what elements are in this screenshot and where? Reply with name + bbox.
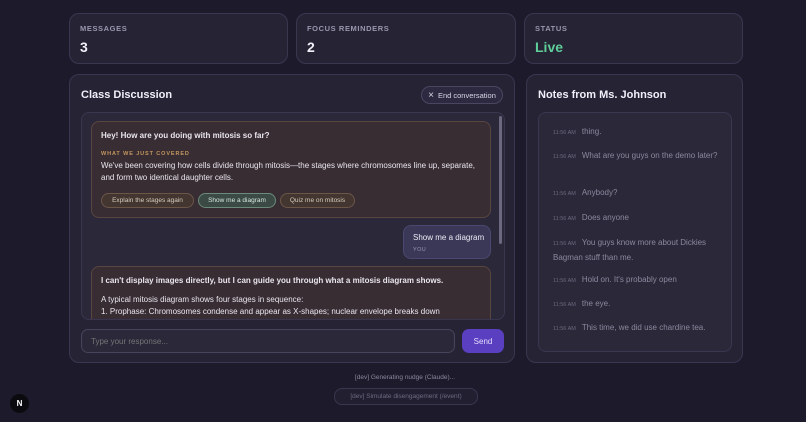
user-message-text: Show me a diagram: [413, 233, 485, 242]
stat-label: STATUS: [535, 24, 568, 33]
bot-question: Hey! How are you doing with mitosis so f…: [101, 131, 270, 140]
covered-text-line: and form two identical daughter cells.: [101, 173, 234, 182]
covered-text-line: We've been covering how cells divide thr…: [101, 161, 476, 170]
note-time: 11:56 AM: [553, 278, 576, 284]
note-text: Hold on. It's probably open: [581, 275, 677, 284]
note-time: 11:56 AM: [553, 216, 576, 222]
stat-card-messages: MESSAGES 3: [69, 13, 288, 64]
note-text: What are you guys on the demo later?: [581, 151, 718, 160]
user-message: Show me a diagram YOU: [403, 225, 491, 259]
note-time: 11:56 AM: [553, 154, 576, 160]
app-logo-icon[interactable]: N: [10, 394, 29, 413]
notes-panel: Notes from Ms. Johnson 11:56 AM thing. 11…: [526, 74, 743, 363]
note-item: 11:56 AM Does anyone: [553, 211, 723, 226]
stat-value: 2: [307, 39, 315, 55]
note-item: 11:56 AM thing.: [553, 125, 723, 140]
note-text: This time, we did use chardine tea.: [581, 323, 706, 332]
stat-label: FOCUS REMINDERS: [307, 24, 390, 33]
bot-text-line: A typical mitosis diagram shows four sta…: [101, 295, 304, 304]
end-conversation-label: End conversation: [437, 90, 496, 100]
simulate-disengagement-button[interactable]: [dev] Simulate disengagement (/event): [334, 388, 478, 405]
note-item: 11:56 AM Hold on. It's probably open: [553, 273, 723, 288]
covered-label: WHAT WE JUST COVERED: [101, 151, 190, 157]
stat-label: MESSAGES: [80, 24, 128, 33]
scrollbar-thumb[interactable]: [499, 116, 502, 244]
note-time: 11:56 AM: [553, 302, 576, 308]
stat-value: 3: [80, 39, 88, 55]
status-value: Live: [535, 39, 564, 55]
bot-message: I can't display images directly, but I c…: [91, 266, 491, 319]
notes-list[interactable]: 11:56 AM thing. 11:56 AM What are you guys…: [538, 112, 732, 352]
user-message-author: YOU: [413, 247, 427, 253]
chip-show-diagram[interactable]: Show me a diagram: [198, 193, 276, 208]
panel-title: Class Discussion: [81, 89, 173, 101]
note-time: 11:56 AM: [553, 130, 576, 136]
chip-explain-stages[interactable]: Explain the stages again: [101, 193, 194, 208]
bot-message: Hey! How are you doing with mitosis so f…: [91, 121, 491, 218]
note-item: 11:56 AM This time, we did use chardine t…: [553, 321, 723, 336]
note-text: Does anyone: [581, 213, 629, 222]
close-icon: ×: [428, 89, 434, 101]
class-discussion-panel: Class Discussion × End conversation Hey!…: [69, 74, 515, 363]
bot-text-line: 1. Prophase: Chromosomes condense and ap…: [101, 307, 440, 316]
note-item: 11:56 AM the eye.: [553, 297, 723, 312]
chip-quiz-mitosis[interactable]: Quiz me on mitosis: [280, 193, 355, 208]
note-time: 11:56 AM: [553, 191, 576, 197]
note-time: 11:56 AM: [553, 326, 576, 332]
dev-status-text: [dev] Generating nudge (Claude)...: [354, 374, 456, 381]
note-item: 11:56 AM Anybody?: [553, 186, 723, 201]
response-input[interactable]: [81, 329, 455, 353]
note-item: 11:56 AM What are you guys on the demo la…: [553, 149, 723, 164]
note-text: Anybody?: [581, 188, 618, 197]
send-button[interactable]: Send: [462, 329, 504, 353]
note-item: 11:56 AM You guys know more about Dickies…: [553, 236, 723, 264]
stat-card-status: STATUS Live: [524, 13, 743, 64]
notes-title: Notes from Ms. Johnson: [538, 89, 667, 101]
stat-card-focus-reminders: FOCUS REMINDERS 2: [296, 13, 516, 64]
note-text: thing.: [581, 127, 602, 136]
note-text: the eye.: [581, 299, 611, 308]
chat-messages[interactable]: Hey! How are you doing with mitosis so f…: [81, 112, 505, 320]
note-time: 11:56 AM: [553, 241, 576, 247]
bot-text-line: I can't display images directly, but I c…: [101, 276, 444, 285]
end-conversation-button[interactable]: × End conversation: [421, 86, 503, 104]
